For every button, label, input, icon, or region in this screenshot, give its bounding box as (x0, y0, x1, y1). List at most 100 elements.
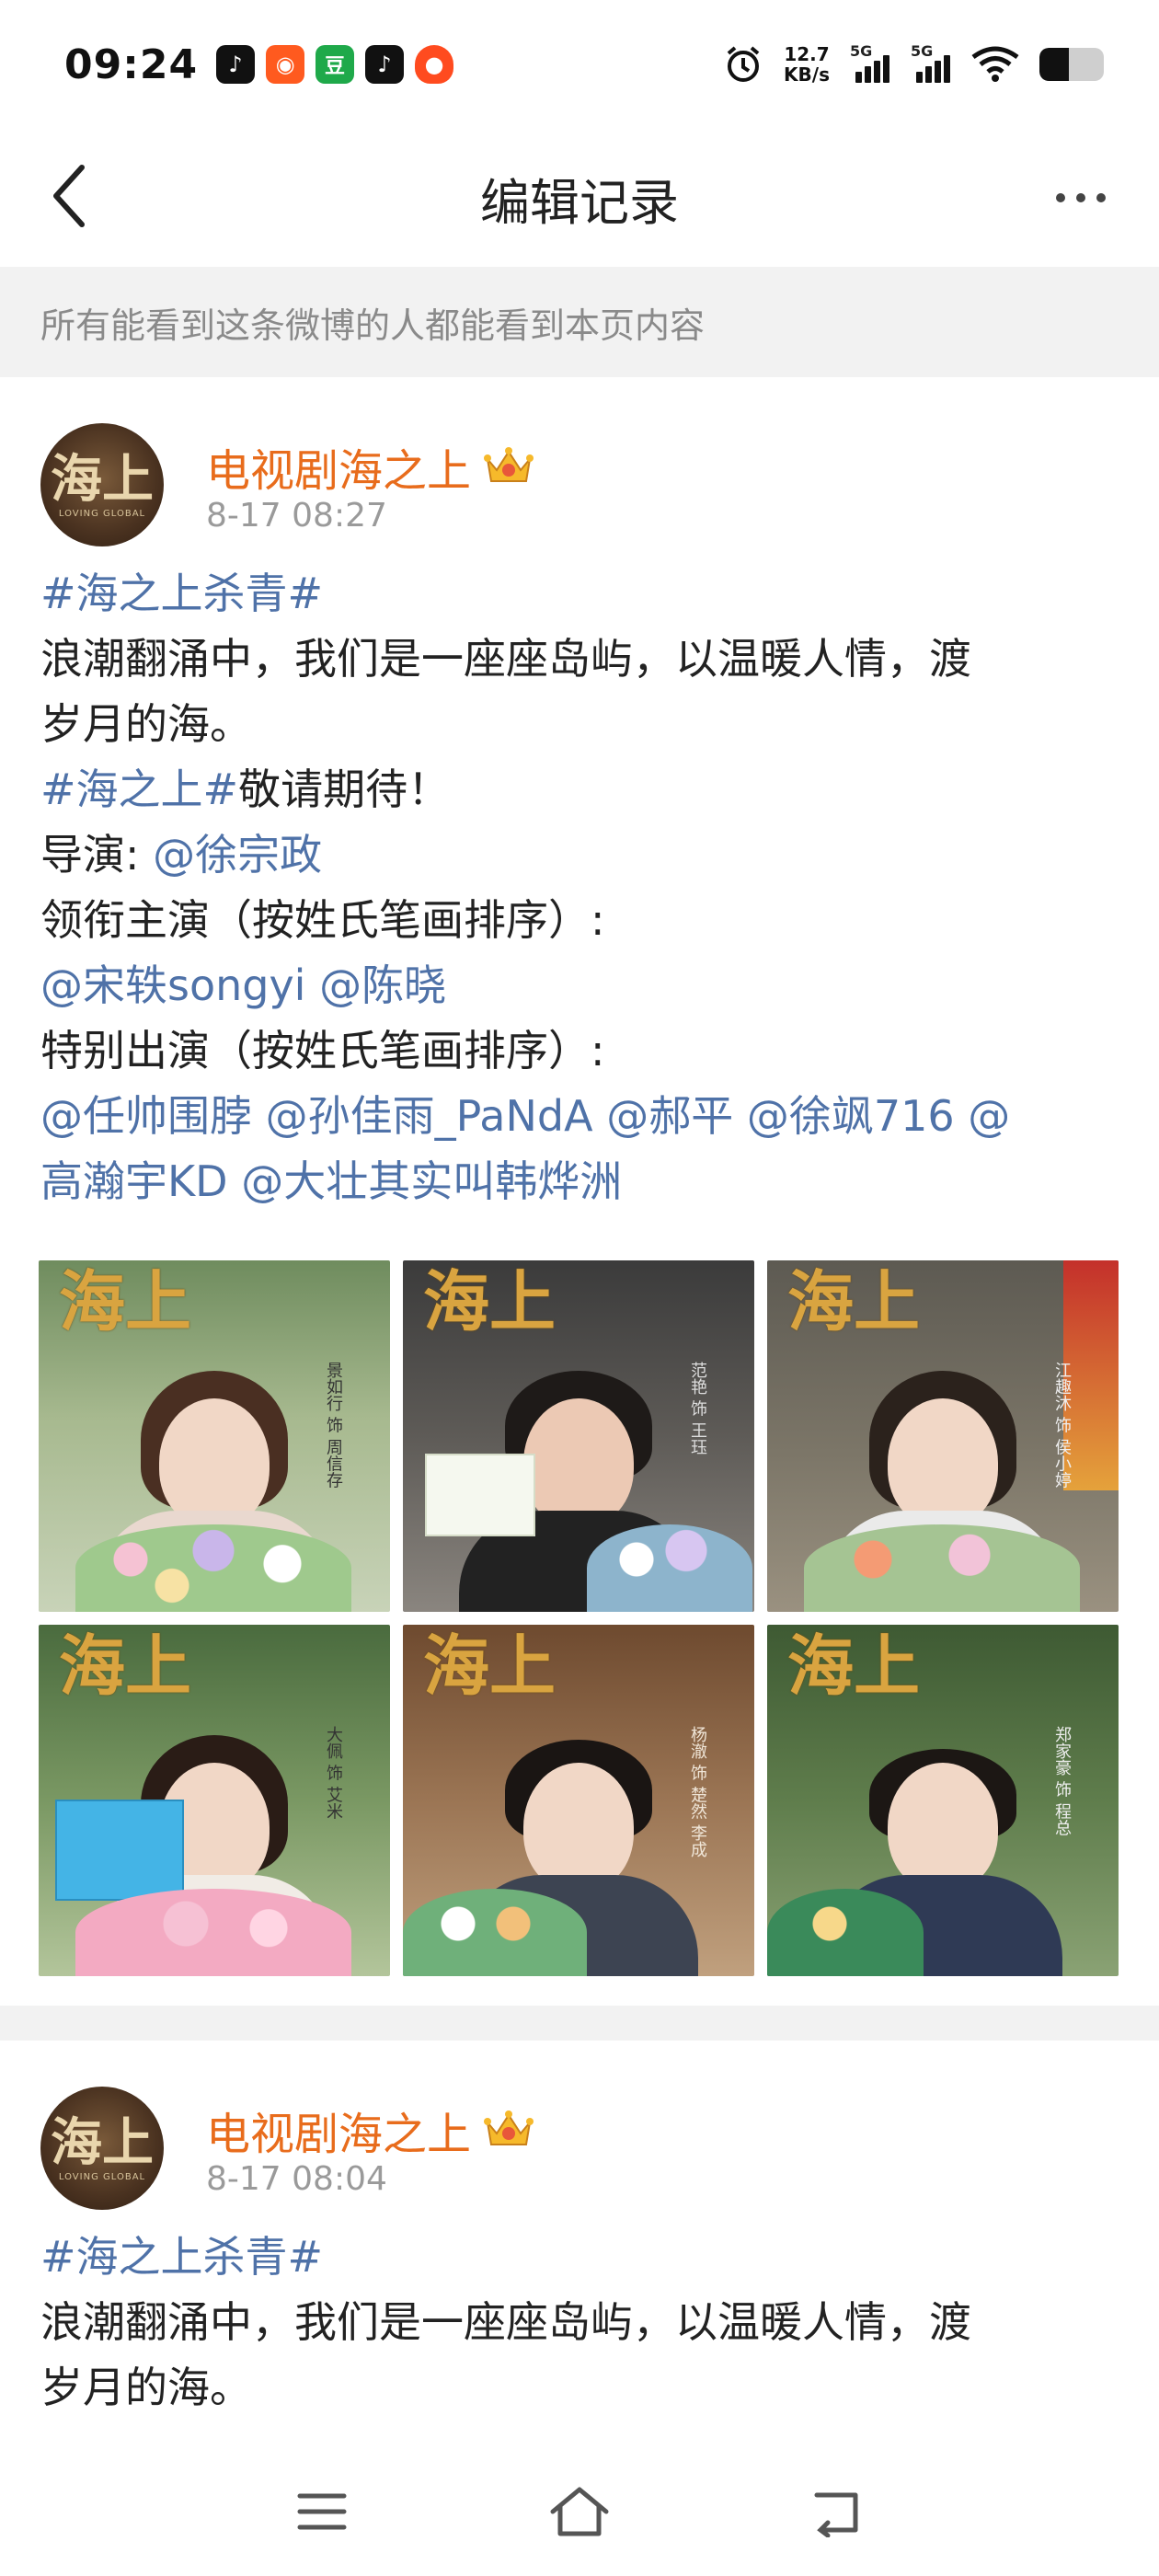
wifi-icon (971, 46, 1019, 82)
tiktok-icon: ♪ (365, 45, 405, 84)
author-name[interactable]: 电视剧海之上 (206, 2098, 535, 2162)
kuaishou-icon: ◉ (266, 45, 305, 84)
poster-caption: 郑家豪 饰 程总 (1052, 1726, 1072, 1836)
signal-1-label: 5G (850, 42, 873, 60)
douban-icon: 豆 (316, 45, 355, 84)
visibility-notice: 所有能看到这条微博的人都能看到本页内容 (0, 267, 1159, 377)
poster-logo: 海上 (59, 1262, 192, 1340)
mention-link[interactable]: @徐宗政 (153, 830, 322, 880)
author-name-text: 电视剧海之上 (206, 445, 472, 497)
tiktok-lite-icon: ♪ (216, 45, 256, 84)
battery-icon (1039, 48, 1104, 81)
more-dots-icon (1056, 193, 1065, 202)
avatar-logo-subtext: LOVING GLOBAL (58, 2171, 146, 2182)
mention-link[interactable]: @徐飒716 (747, 1091, 955, 1141)
post-text-segment (955, 1091, 969, 1141)
post-header: 海上 LOVING GLOBAL 电视剧海之上 8-17 08:04 (0, 2041, 1159, 2210)
post-card: 海上 LOVING GLOBAL 电视剧海之上 8-17 08:27 #海之上杀… (0, 377, 1159, 2006)
taobao-icon: ● (415, 45, 454, 84)
mention-link[interactable]: @郝平 (606, 1091, 733, 1141)
mention-link[interactable]: 高瀚宇KD (40, 1156, 228, 1206)
post-text-segment (593, 1091, 607, 1141)
post-text-line: #海之上#敬请期待！ (40, 757, 1119, 822)
post-text-line: 浪潮翻涌中，我们是一座座岛屿，以温暖人情，渡 (40, 627, 1119, 692)
poster-caption: 江趣沐 饰 侯小婷 (1052, 1362, 1072, 1489)
avatar-logo-text: 海上 (51, 448, 154, 510)
post-text-line: @任帅围脖 @孙佳雨_PaNdA @郝平 @徐飒716 @ (40, 1084, 1119, 1149)
notification-icons: ♪ ◉ 豆 ♪ ● (216, 45, 454, 84)
return-button[interactable] (800, 2475, 874, 2548)
post-text-segment (252, 1091, 266, 1141)
poster-caption: 范艳 饰 王珏 (688, 1362, 707, 1455)
post-text-line: 浪潮翻涌中，我们是一座座岛屿，以温暖人情，渡 (40, 2290, 1119, 2355)
poster-logo: 海上 (787, 1262, 921, 1340)
post-divider (0, 2006, 1159, 2041)
post-text-segment: 领衔主演（按姓氏笔画排序）: (40, 895, 605, 945)
hashtag-link[interactable]: #海之上杀青# (40, 569, 323, 618)
net-speed-unit: KB/s (784, 63, 830, 86)
mention-link[interactable]: @任帅围脖 (40, 1091, 252, 1141)
post-text: #海之上杀青# 浪潮翻涌中，我们是一座座岛屿，以温暖人情，渡 岁月的海。 #海之上#敬… (0, 524, 1159, 1214)
back-button[interactable] (37, 164, 101, 228)
avatar-logo-subtext: LOVING GLOBAL (58, 508, 146, 519)
post-text-line: 领衔主演（按姓氏笔画排序）: (40, 888, 1119, 953)
grid-image-3[interactable]: 海上 江趣沐 饰 侯小婷 (767, 1260, 1119, 1612)
poster-caption: 杨澈 饰 楚然 李成 (688, 1726, 707, 1858)
vip-crown-icon (484, 447, 534, 482)
grid-image-6[interactable]: 海上 郑家豪 饰 程总 (767, 1625, 1119, 1976)
back-arrow-icon (53, 165, 85, 227)
author-name-text: 电视剧海之上 (206, 2109, 472, 2160)
mention-link[interactable]: @ (968, 1091, 1010, 1141)
author-name[interactable]: 电视剧海之上 (206, 434, 535, 499)
more-options-button[interactable] (1039, 170, 1122, 225)
battery-fill (1039, 48, 1069, 81)
mention-link[interactable]: @陈晓 (319, 960, 446, 1010)
status-indicators: 12.7 KB/s 5G 5G (723, 42, 1104, 86)
post-text-segment: 岁月的海。 (40, 2363, 252, 2412)
top-nav-bar: 编辑记录 (0, 129, 1159, 267)
post-text-line: 岁月的海。 (40, 2355, 1119, 2421)
post-text-line: @宋轶songyi @陈晓 (40, 953, 1119, 1018)
net-speed-value: 12.7 (784, 43, 830, 65)
poster-logo: 海上 (423, 1627, 557, 1705)
post-text-segment: 导演: (40, 830, 154, 880)
post-text-segment: 岁月的海。 (40, 699, 252, 749)
avatar-logo-text: 海上 (51, 2111, 154, 2173)
post-text-line: 岁月的海。 (40, 692, 1119, 757)
page-title: 编辑记录 (480, 173, 679, 232)
home-button[interactable] (543, 2475, 616, 2548)
post-text: #海之上杀青# 浪潮翻涌中，我们是一座座岛屿，以温暖人情，渡 岁月的海。 (0, 2188, 1159, 2421)
post-text-segment: 浪潮翻涌中，我们是一座座岛屿，以温暖人情，渡 (40, 634, 971, 684)
vip-crown-icon (484, 2110, 534, 2145)
post-card: 海上 LOVING GLOBAL 电视剧海之上 8-17 08:04 #海之上杀… (0, 2041, 1159, 2447)
signal-2-label: 5G (911, 42, 934, 60)
avatar[interactable]: 海上 LOVING GLOBAL (40, 423, 164, 546)
post-text-segment (305, 960, 319, 1010)
home-icon (550, 2487, 609, 2536)
post-text-segment (228, 1156, 242, 1206)
grid-image-4[interactable]: 海上 大佩 饰 艾米 (39, 1625, 390, 1976)
post-text-segment: 特别出演（按姓氏笔画排序）: (40, 1026, 605, 1075)
post-text-segment (733, 1091, 747, 1141)
poster-caption: 大佩 饰 艾米 (324, 1726, 343, 1820)
mention-link[interactable]: @孙佳雨_PaNdA (266, 1091, 593, 1141)
post-text-line: #海之上杀青# (40, 2225, 1119, 2290)
poster-caption: 景如行 饰 周信存 (324, 1362, 343, 1489)
signal-icon-2: 5G (911, 42, 951, 83)
hashtag-link[interactable]: #海之上# (40, 765, 238, 814)
mention-link[interactable]: @宋轶songyi (40, 960, 305, 1010)
avatar[interactable]: 海上 LOVING GLOBAL (40, 2087, 164, 2210)
signal-icon-1: 5G (850, 42, 890, 83)
poster-logo: 海上 (59, 1627, 192, 1705)
menu-icon (297, 2493, 347, 2530)
grid-image-1[interactable]: 海上 景如行 饰 周信存 (39, 1260, 390, 1612)
grid-image-2[interactable]: 海上 范艳 饰 王珏 (403, 1260, 754, 1612)
post-text-line: 高瀚宇KD @大壮其实叫韩烨洲 (40, 1149, 1119, 1214)
status-bar: 09:24 ♪ ◉ 豆 ♪ ● 12.7 KB/s 5G 5G (0, 0, 1159, 129)
menu-button[interactable] (285, 2475, 359, 2548)
hashtag-link[interactable]: #海之上杀青# (40, 2232, 323, 2282)
mention-link[interactable]: @大壮其实叫韩烨洲 (241, 1156, 622, 1206)
grid-image-5[interactable]: 海上 杨澈 饰 楚然 李成 (403, 1625, 754, 1976)
post-text-segment: 浪潮翻涌中，我们是一座座岛屿，以温暖人情，渡 (40, 2297, 971, 2347)
poster-logo: 海上 (423, 1262, 557, 1340)
